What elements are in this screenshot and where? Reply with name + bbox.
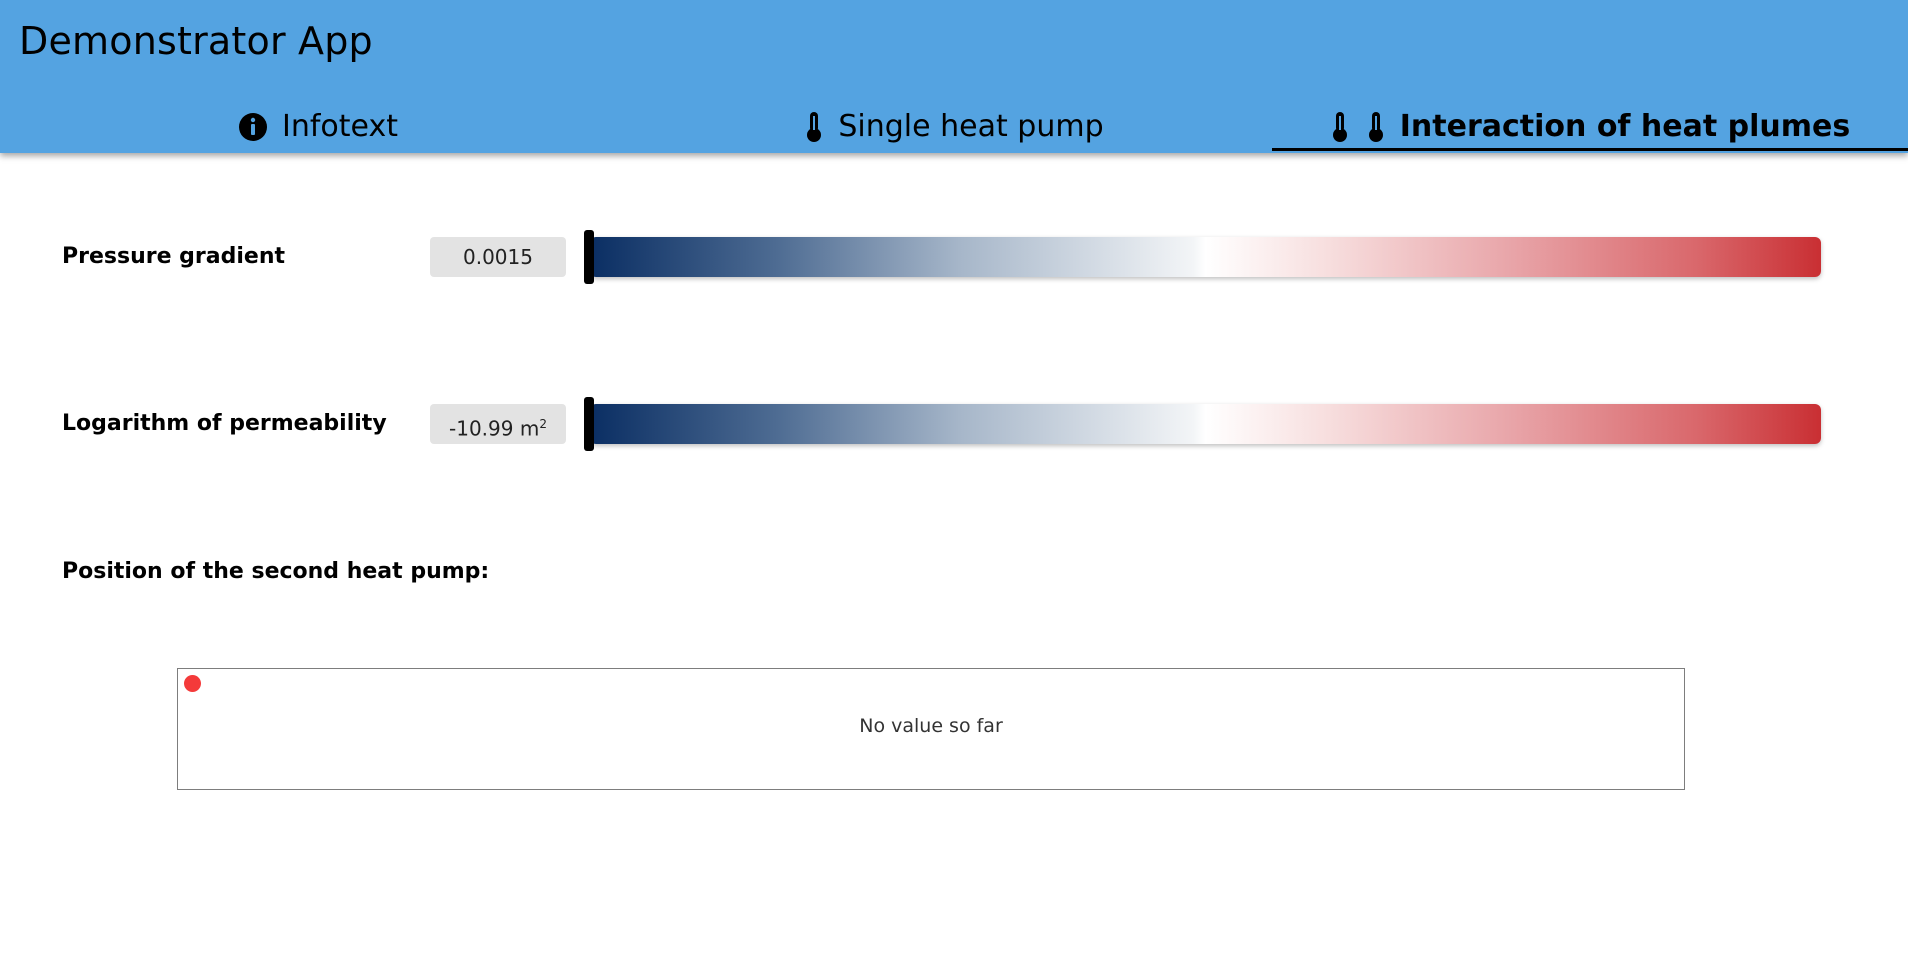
pressure-gradient-slider-thumb[interactable] [584, 230, 594, 284]
pressure-gradient-slider[interactable] [584, 230, 1821, 284]
permeability-value: -10.99 m2 [430, 404, 566, 444]
info-circle-icon [238, 112, 268, 142]
app-header: Demonstrator App Infotext Single heat pu… [0, 0, 1908, 153]
permeability-row: Logarithm of permeability -10.99 m2 [0, 397, 1908, 451]
pressure-gradient-label: Pressure gradient [62, 244, 286, 269]
position-section-title: Position of the second heat pump: [62, 559, 490, 584]
tab-single-heat-pump-label: Single heat pump [838, 108, 1104, 144]
heat-pump-position-picker[interactable]: No value so far [177, 668, 1685, 790]
tab-interaction-heat-plumes[interactable]: Interaction of heat plumes [1272, 100, 1908, 153]
tab-interaction-heat-plumes-label: Interaction of heat plumes [1399, 108, 1851, 144]
tab-single-heat-pump[interactable]: Single heat pump [636, 100, 1272, 153]
permeability-slider-thumb[interactable] [584, 397, 594, 451]
tab-infotext-label: Infotext [282, 108, 398, 144]
app-title: Demonstrator App [19, 19, 373, 63]
thermometer-icon [804, 111, 824, 143]
tab-bar: Infotext Single heat pump Interaction of… [0, 100, 1908, 153]
position-empty-text: No value so far [859, 715, 1003, 737]
permeability-value-exponent: 2 [539, 417, 547, 431]
pressure-gradient-value: 0.0015 [430, 237, 566, 277]
pressure-gradient-row: Pressure gradient 0.0015 [0, 230, 1908, 284]
two-thermometers-icon [1330, 111, 1386, 143]
tab-infotext[interactable]: Infotext [0, 100, 636, 153]
permeability-slider[interactable] [584, 397, 1821, 451]
permeability-value-text: -10.99 m [449, 416, 540, 441]
second-heat-pump-marker[interactable] [184, 675, 201, 692]
permeability-label: Logarithm of permeability [62, 411, 387, 436]
